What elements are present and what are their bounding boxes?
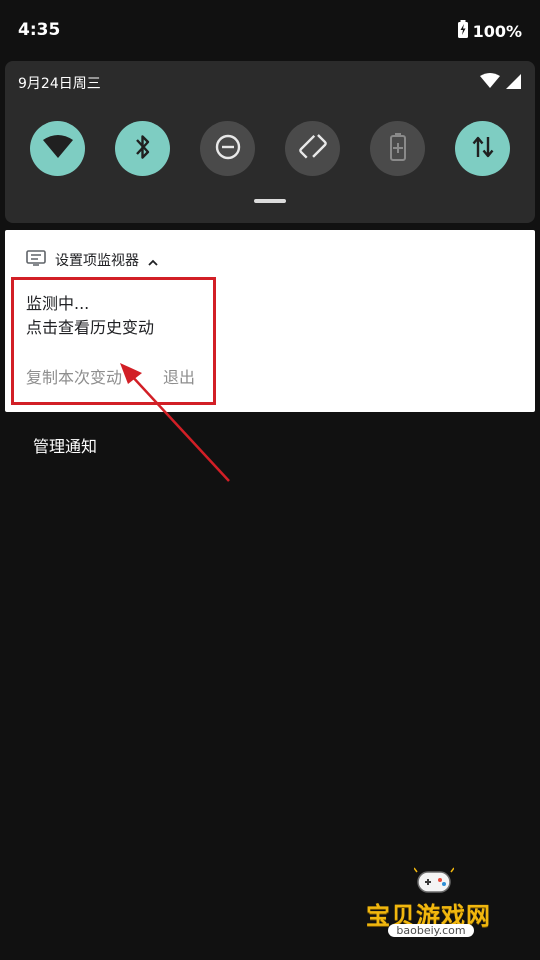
tile-do-not-disturb[interactable] [200,121,255,176]
quick-settings-panel: 9月24日周三 [5,61,535,223]
mobile-data-icon [471,134,495,164]
qs-drag-handle[interactable] [254,199,286,203]
notification-title: 监测中... [26,294,90,313]
chevron-up-icon[interactable] [148,251,158,270]
notification-header: 设置项监视器 [26,250,158,270]
qs-signal-icons [480,73,521,93]
copy-change-button[interactable]: 复制本次变动 [26,364,122,388]
do-not-disturb-icon [214,133,242,165]
tile-bluetooth[interactable] [115,121,170,176]
auto-rotate-icon [298,132,328,166]
status-time: 4:35 [18,20,61,40]
wifi-icon [42,134,74,164]
notification-app-name: 设置项监视器 [55,253,139,269]
gamepad-icon [413,866,455,900]
cell-signal-icon [506,73,521,93]
battery-saver-icon [389,132,407,166]
status-right: 100% [457,20,522,42]
wifi-icon [480,73,500,93]
app-icon [26,250,46,270]
exit-button[interactable]: 退出 [163,364,195,388]
tile-mobile-data[interactable] [455,121,510,176]
qs-date[interactable]: 9月24日周三 [18,73,101,93]
watermark-logo: 宝贝游戏网 baobeiy.com [362,866,512,956]
tile-battery-saver[interactable] [370,121,425,176]
notification-text[interactable]: 点击查看历史变动 [26,314,154,338]
manage-notifications-button[interactable]: 管理通知 [33,433,97,457]
tile-wifi[interactable] [30,121,85,176]
battery-percent: 100% [472,21,522,41]
notification-card[interactable]: 设置项监视器 监测中... 点击查看历史变动 复制本次变动 退出 [5,230,535,412]
bluetooth-icon [133,133,153,165]
watermark-url: baobeiy.com [388,924,474,937]
tile-auto-rotate[interactable] [285,121,340,176]
battery-charging-icon [457,20,469,42]
status-bar: 4:35 100% [0,0,540,60]
